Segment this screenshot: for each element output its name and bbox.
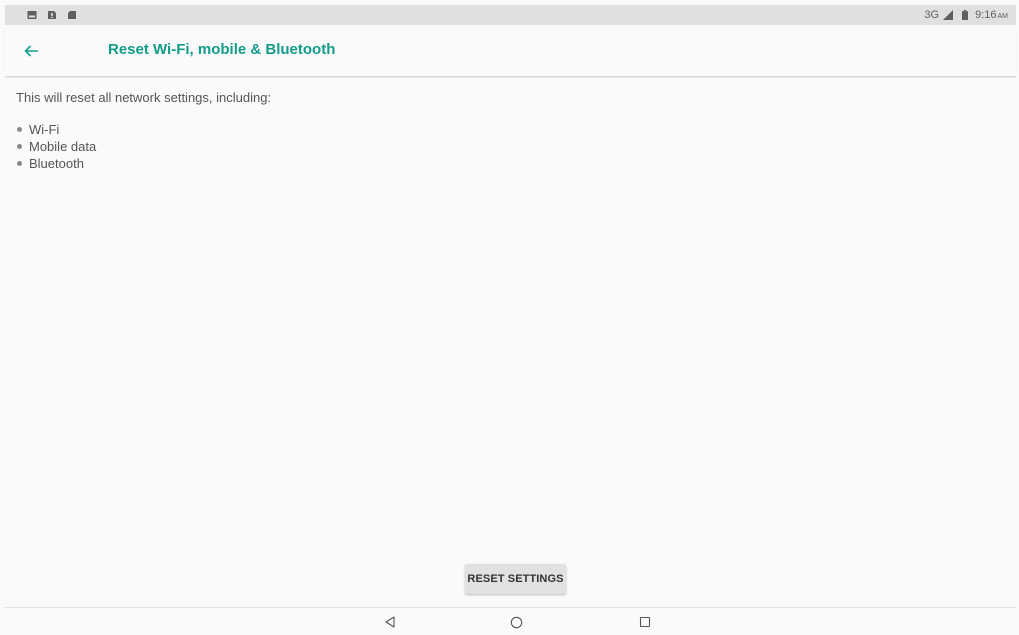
clock-time: 9:16	[975, 9, 997, 21]
nav-recents-icon	[639, 616, 651, 628]
bullet-icon	[17, 144, 22, 149]
network-settings-list: Wi‑Fi Mobile data Bluetooth	[16, 121, 271, 172]
signal-icon	[943, 10, 954, 20]
nav-home-button[interactable]	[504, 612, 528, 632]
list-item: Bluetooth	[16, 155, 271, 172]
status-bar: 3G 9:16AM	[5, 5, 1016, 25]
list-item: Wi‑Fi	[16, 121, 271, 138]
intro-text: This will reset all network settings, in…	[16, 90, 272, 105]
page-title: Reset Wi-Fi, mobile & Bluetooth	[108, 41, 336, 58]
nav-back-button[interactable]	[378, 612, 402, 632]
reset-settings-button[interactable]: RESET SETTINGS	[465, 564, 566, 594]
bullet-icon	[17, 161, 22, 166]
list-item-label: Wi‑Fi	[29, 122, 60, 137]
battery-icon	[962, 10, 969, 20]
image-notification-icon	[27, 10, 37, 20]
arrow-back-icon	[24, 45, 38, 57]
nav-back-icon	[385, 616, 395, 628]
screen: 3G 9:16AM Reset Wi-Fi, mobile & Bluetoot…	[0, 0, 1019, 635]
status-indicators: 3G 9:16AM	[924, 9, 1008, 21]
list-item-label: Mobile data	[29, 139, 97, 154]
sim-notification-icon	[47, 10, 57, 20]
nav-home-icon	[510, 616, 522, 628]
nav-recents-button[interactable]	[633, 612, 657, 632]
network-type-label: 3G	[924, 9, 940, 21]
content: This will reset all network settings, in…	[16, 89, 271, 172]
navigation-bar	[5, 607, 1016, 635]
app-bar: Reset Wi-Fi, mobile & Bluetooth	[5, 25, 1016, 77]
list-item-label: Bluetooth	[29, 156, 84, 171]
clock-suffix: AM	[997, 13, 1009, 20]
back-button[interactable]	[19, 39, 43, 63]
sd-card-notification-icon	[67, 10, 77, 20]
notification-icons	[27, 10, 77, 20]
bullet-icon	[17, 127, 22, 132]
list-item: Mobile data	[16, 138, 271, 155]
clock: 9:16AM	[975, 9, 1008, 21]
